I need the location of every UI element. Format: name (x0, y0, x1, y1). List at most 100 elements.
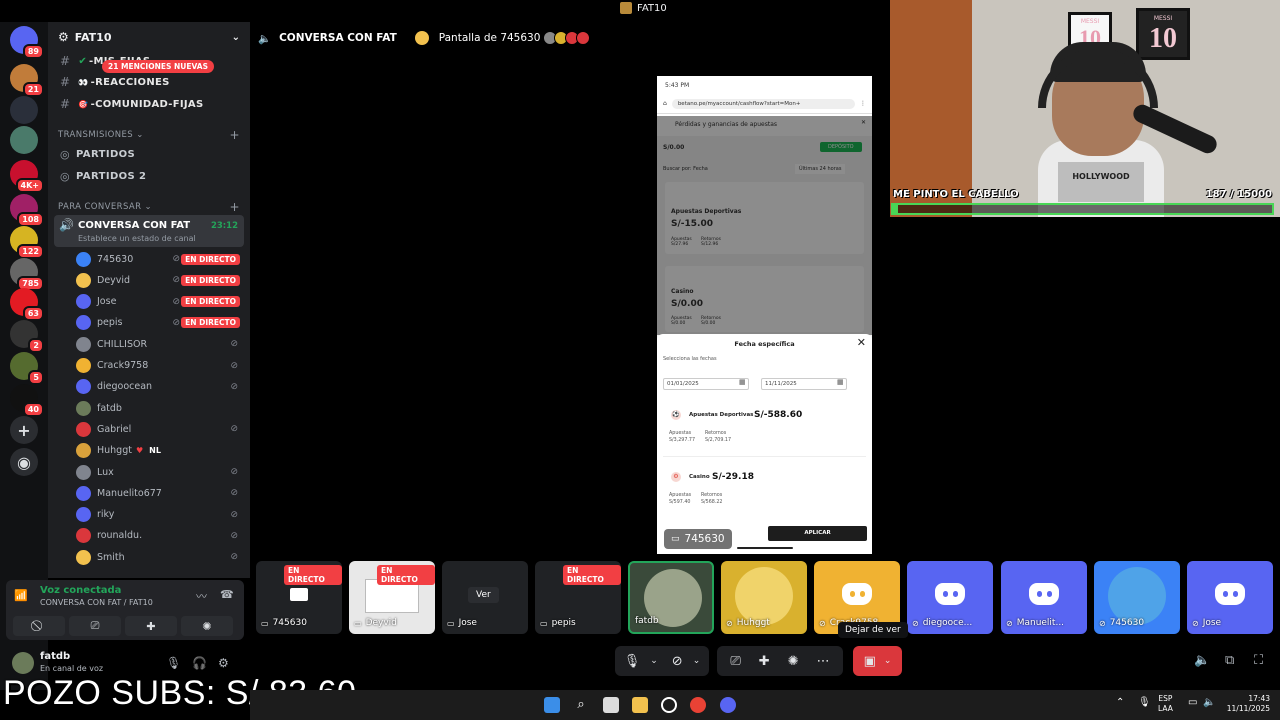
disconnect-icon[interactable]: ☎ (220, 588, 234, 601)
participant-tile[interactable]: ⊘ 745630 (1094, 561, 1180, 634)
call-timer: 23:12 (210, 221, 238, 231)
voice-member[interactable]: diegoocean ⊘ (76, 377, 244, 397)
participant-tile[interactable]: ⊘ Manuelit... (1001, 561, 1087, 634)
channel-comunidad-fijas[interactable]: # 🎯 -COMUNIDAD-FIJAS (48, 94, 250, 114)
voice-member[interactable]: CHILLISOR ⊘ (76, 334, 244, 354)
participant-tile[interactable]: EN DIRECTO ▭ Deyvid (349, 561, 435, 634)
voice-member[interactable]: rounaldu. ⊘ (76, 526, 244, 546)
windows-start-icon[interactable] (544, 697, 560, 713)
clock[interactable]: 17:43 11/11/2025 (1222, 694, 1270, 714)
stop-watching-button[interactable]: ▣ ⌄ (853, 646, 902, 676)
explore-icon[interactable]: ◉ (10, 448, 38, 476)
active-voice-channel[interactable]: 🔊 CONVERSA CON FAT 23:12 Establece un es… (54, 215, 244, 247)
speaker-icon: 🔊 (59, 218, 74, 232)
category-transmisiones[interactable]: TRANSMISIONES ⌄ + (58, 128, 240, 142)
screen-share-icon[interactable]: ⎚ (730, 654, 740, 669)
chevron-down-icon[interactable]: ⌄ (693, 656, 701, 666)
share-owner-name: 745630 (684, 533, 725, 545)
mention-badge: 122 (17, 244, 44, 259)
discord-icon[interactable] (720, 697, 736, 713)
channel-reacciones[interactable]: # 👀 -REACCIONES (48, 72, 250, 92)
input-language[interactable]: ESP LAA (1158, 694, 1173, 714)
voice-member[interactable]: Crack9758 ⊘ (76, 356, 244, 376)
volume-icon[interactable]: 🔈 (1203, 697, 1215, 708)
headphones-icon[interactable]: 🎧 (192, 656, 207, 670)
file-explorer-icon[interactable] (632, 697, 648, 713)
task-view-icon[interactable] (603, 697, 619, 713)
voice-member[interactable]: riky ⊘ (76, 505, 244, 525)
voice-member[interactable]: Deyvid ⊘ EN DIRECTO (76, 270, 244, 290)
server-icon-7[interactable]: 122 (10, 226, 44, 259)
avatar (76, 421, 91, 437)
server-icon-4[interactable] (10, 126, 38, 154)
gear-icon[interactable]: ⚙ (218, 656, 229, 670)
chrome-icon[interactable] (690, 697, 706, 713)
voice-member[interactable]: Smith ⊘ (76, 547, 244, 567)
category-para-conversar[interactable]: PARA CONVERSAR ⌄ + (58, 200, 240, 214)
server-icon-1[interactable]: 89 (10, 26, 44, 59)
participant-tile[interactable]: fatdb (628, 561, 714, 634)
microphone-icon[interactable]: 🎙 (624, 654, 641, 669)
server-icon-6[interactable]: 108 (10, 194, 44, 227)
server-icon-10[interactable]: 2 (10, 320, 44, 353)
add-server-icon[interactable]: + (10, 416, 38, 444)
screen-share-icon: ▭ (261, 618, 269, 628)
add-channel-icon[interactable]: + (230, 128, 240, 142)
fullscreen-icon[interactable]: ⛶ (1254, 653, 1263, 668)
share-screen-button[interactable]: ⎚ (69, 616, 121, 636)
voice-connected-subtitle[interactable]: CONVERSA CON FAT / FAT10 (40, 598, 153, 607)
voice-member[interactable]: Lux ⊘ (76, 462, 244, 482)
participant-tile[interactable]: ⊘ Huhggt (721, 561, 807, 634)
activities-icon[interactable]: ✚ (759, 654, 770, 669)
signal-icon[interactable]: 📶 (14, 589, 28, 602)
server-icon-12[interactable]: 40 (10, 384, 44, 417)
settings-app-icon[interactable] (661, 697, 677, 713)
participant-tile[interactable]: EN DIRECTO ▭ pepis (535, 561, 621, 634)
voice-member[interactable]: Huhggt ♥ NL (76, 441, 244, 461)
microphone-icon[interactable]: 🎙 (1138, 697, 1151, 708)
activities-button[interactable]: ✚ (125, 616, 177, 636)
voice-member[interactable]: Jose ⊘ EN DIRECTO (76, 292, 244, 312)
voice-connected-panel: 📶 Voz conectada CONVERSA CON FAT / FAT10… (6, 580, 244, 640)
chevron-down-icon[interactable]: ⌄ (650, 656, 658, 666)
voice-member[interactable]: fatdb (76, 398, 244, 418)
voice-member[interactable]: pepis ⊘ EN DIRECTO (76, 313, 244, 333)
participant-tile[interactable]: Ver ▭ Jose (442, 561, 528, 634)
participant-tile[interactable]: ⊘ Jose (1187, 561, 1273, 634)
volume-icon[interactable]: 🔈 (1194, 653, 1210, 668)
member-name: 745630 (97, 253, 134, 265)
noise-suppression-icon[interactable]: 〰 (196, 588, 207, 604)
chevron-down-icon[interactable]: ⌄ (884, 656, 892, 666)
server-icon-5[interactable]: 4K+ (10, 160, 44, 193)
more-icon[interactable]: ⋯ (817, 654, 830, 669)
soundboard-button[interactable]: ✺ (181, 616, 233, 636)
server-icon-9[interactable]: 63 (10, 288, 44, 321)
server-icon-3[interactable] (10, 96, 38, 124)
participant-tile[interactable]: ⊘ diegooce... (907, 561, 993, 634)
pop-out-icon[interactable]: ⧉ (1225, 653, 1234, 668)
call-channel-name[interactable]: CONVERSA CON FAT (279, 32, 397, 44)
channel-status-prompt[interactable]: Establece un estado de canal (78, 234, 196, 243)
server-header[interactable]: ⚙ FAT10 ⌄ (48, 22, 250, 52)
avatar[interactable] (12, 652, 34, 674)
participant-tile[interactable]: EN DIRECTO ▭ 745630 (256, 561, 342, 634)
date-to-field: 11/11/2025 (761, 378, 847, 390)
watch-button[interactable]: Ver (468, 587, 499, 603)
server-icon-8[interactable]: 785 (10, 258, 44, 291)
voice-channel-partidos[interactable]: ◎ PARTIDOS (48, 144, 250, 164)
chevron-up-icon[interactable]: ⌃ (1116, 697, 1124, 708)
voice-channel-partidos-2[interactable]: ◎ PARTIDOS 2 (48, 166, 250, 186)
server-icon-11[interactable]: 5 (10, 352, 44, 385)
microphone-icon[interactable]: 🎙 (166, 656, 181, 670)
voice-member[interactable]: Gabriel ⊘ (76, 419, 244, 439)
screen-share-view[interactable]: 5:43 PM ⌂ betano.pe/myaccount/cashflow?s… (657, 76, 872, 554)
camera-off-button[interactable]: ⃠ (13, 616, 65, 636)
search-icon[interactable]: ⌕ (573, 697, 589, 713)
soundboard-icon[interactable]: ✺ (788, 654, 799, 669)
add-channel-icon[interactable]: + (230, 200, 240, 214)
voice-member[interactable]: 745630 ⊘ EN DIRECTO (76, 249, 244, 269)
network-icon[interactable]: ▭ (1188, 697, 1197, 708)
camera-off-icon[interactable]: ⊘ (672, 654, 683, 669)
server-icon-2[interactable]: 21 (10, 64, 44, 97)
voice-member[interactable]: Manuelito677 ⊘ (76, 483, 244, 503)
